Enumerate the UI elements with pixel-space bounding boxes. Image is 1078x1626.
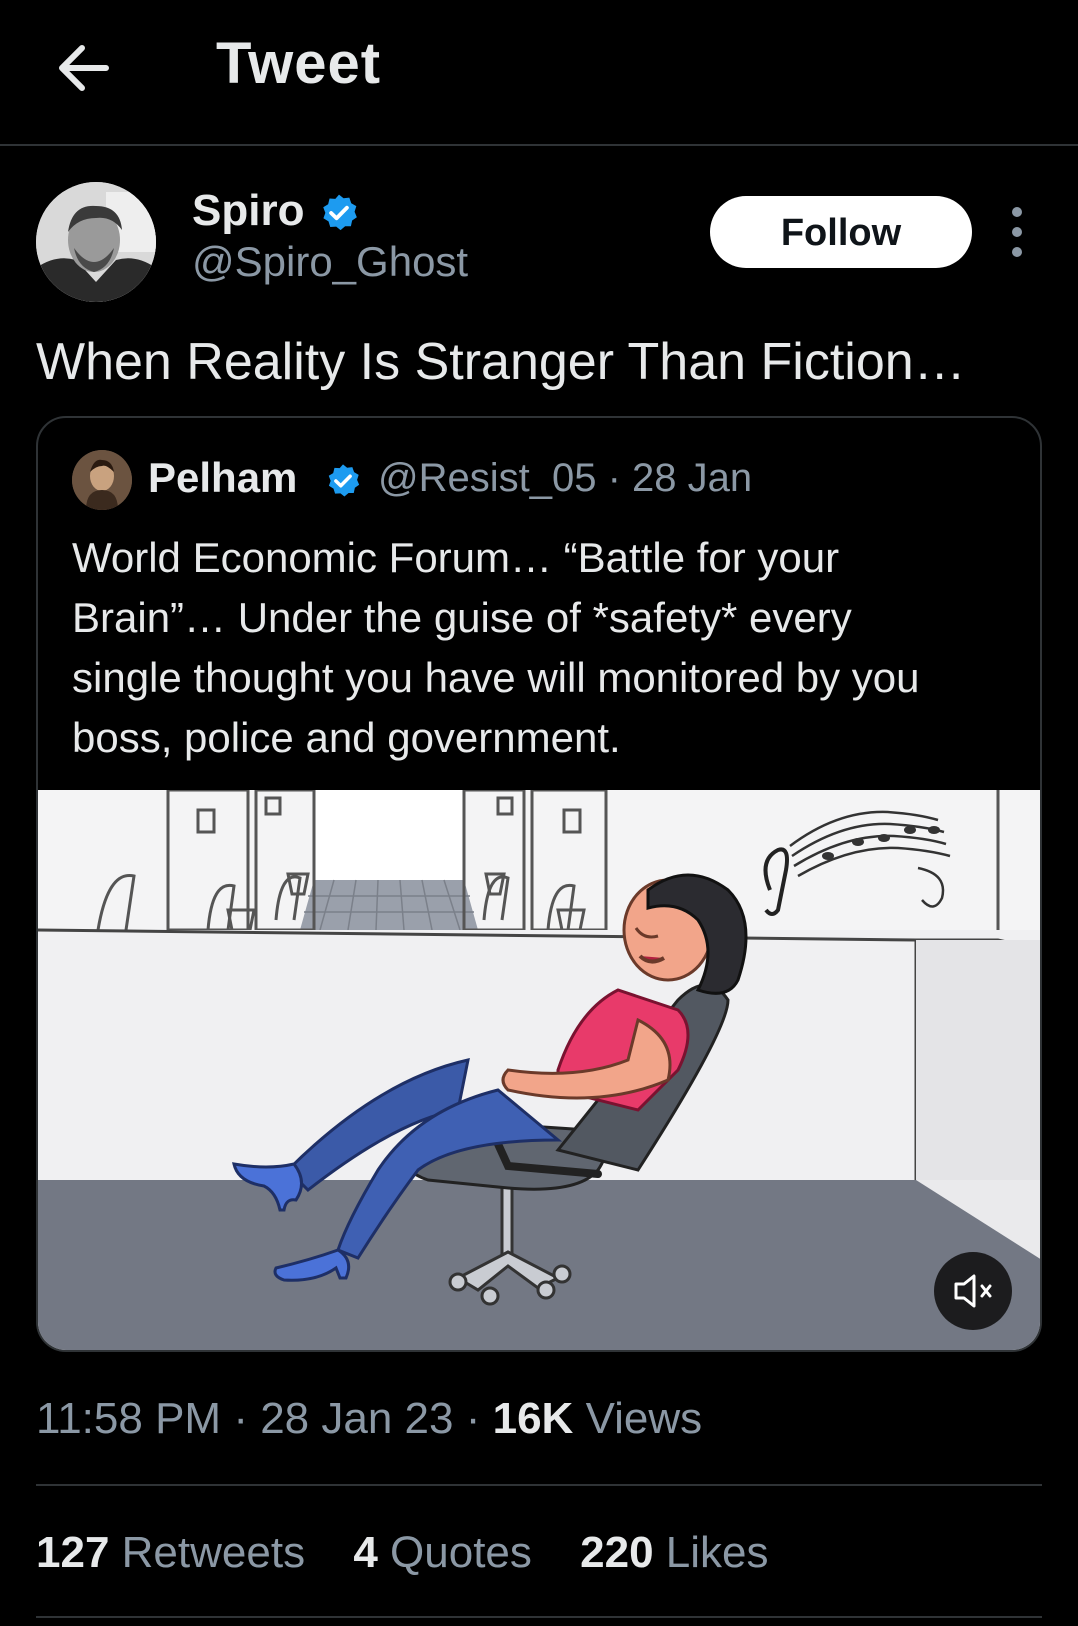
- quotes-stat[interactable]: 4 Quotes: [353, 1528, 532, 1578]
- divider: [36, 1484, 1042, 1486]
- follow-button[interactable]: Follow: [710, 196, 972, 268]
- retweets-stat[interactable]: 127 Retweets: [36, 1528, 305, 1578]
- speaker-muted-icon: [954, 1274, 992, 1308]
- top-bar: Tweet: [0, 0, 1078, 146]
- author-avatar[interactable]: [36, 182, 156, 302]
- meta-separator: ·: [233, 1394, 261, 1443]
- views-label: Views: [585, 1394, 703, 1443]
- likes-stat[interactable]: 220 Likes: [580, 1528, 768, 1578]
- quote-text: World Economic Forum… “Battle for your B…: [72, 534, 920, 761]
- back-button[interactable]: [52, 36, 116, 100]
- mute-button[interactable]: [934, 1252, 1012, 1330]
- arrow-left-icon: [59, 45, 109, 91]
- quotes-count: 4: [353, 1528, 378, 1577]
- divider: [36, 1616, 1042, 1618]
- quote-author-avatar: [72, 450, 132, 510]
- verified-badge-icon: [323, 194, 357, 231]
- tweet-text: When Reality Is Stranger Than Fiction…: [36, 333, 966, 391]
- quote-author-name: Pelham: [148, 454, 298, 501]
- engagement-stats: 127 Retweets 4 Quotes 220 Likes: [36, 1528, 805, 1578]
- verified-badge-icon: [328, 464, 360, 497]
- author-handle[interactable]: @Spiro_Ghost: [192, 238, 468, 286]
- likes-count: 220: [580, 1528, 654, 1577]
- tweet-meta: 11:58 PM · 28 Jan 23 · 16K Views: [36, 1394, 702, 1444]
- more-options-button[interactable]: [1002, 204, 1032, 260]
- quote-handle-date: @Resist_05 · 28 Jan: [378, 456, 753, 500]
- likes-label: Likes: [665, 1528, 769, 1577]
- retweets-count: 127: [36, 1528, 110, 1577]
- retweets-label: Retweets: [121, 1528, 306, 1577]
- meta-separator: ·: [465, 1394, 493, 1443]
- quoted-tweet[interactable]: Pelham @Resist_05 · 28 Jan World Economi…: [36, 416, 1042, 1352]
- quotes-label: Quotes: [390, 1528, 532, 1577]
- office-illustration: [38, 790, 1040, 1350]
- more-vertical-icon: [1012, 207, 1022, 257]
- avatar-photo: [36, 182, 156, 302]
- tweet-time: 11:58 PM: [36, 1394, 222, 1443]
- page-title: Tweet: [216, 31, 382, 96]
- tweet-author: Spiro @Spiro_Ghost Follow: [36, 182, 1076, 302]
- author-display-name[interactable]: Spiro: [192, 186, 304, 236]
- views-count: 16K: [492, 1394, 574, 1443]
- quote-avatar-photo: [72, 450, 132, 510]
- quote-video[interactable]: [38, 790, 1040, 1350]
- tweet-date: 28 Jan 23: [260, 1394, 454, 1443]
